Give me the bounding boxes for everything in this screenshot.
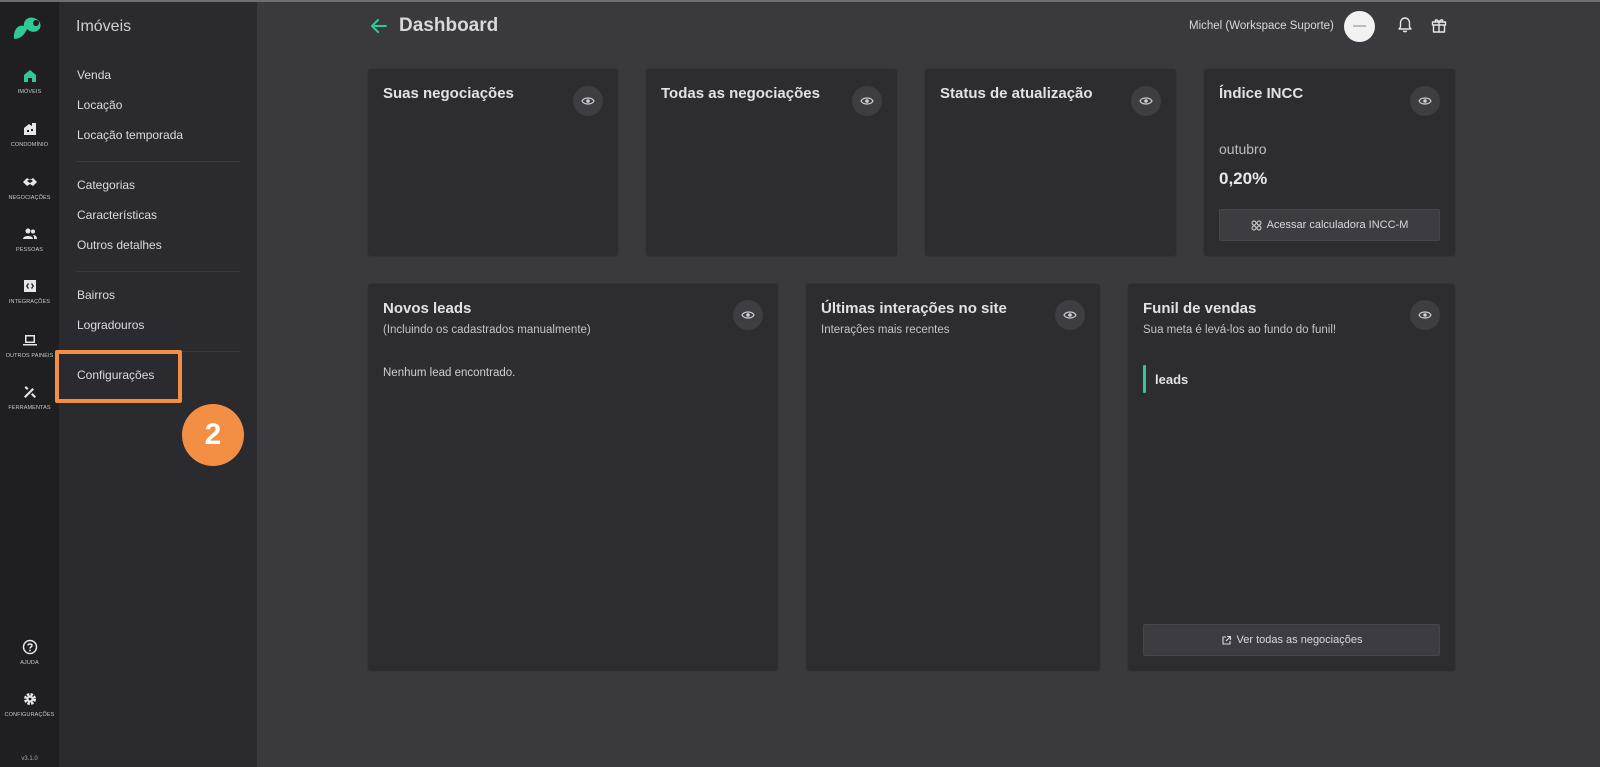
card-subtitle: Sua meta é levá-los ao fundo do funil! bbox=[1143, 324, 1337, 336]
eye-icon bbox=[741, 311, 755, 319]
eye-icon bbox=[581, 97, 595, 105]
card-indice-incc: Índice INCC outubro 0,20% Acessar calcul… bbox=[1203, 68, 1456, 257]
eye-icon bbox=[860, 97, 874, 105]
submenu-item-venda[interactable]: Venda bbox=[77, 68, 111, 82]
rail-label: PESSOAS bbox=[16, 247, 43, 253]
integration-icon bbox=[23, 280, 36, 292]
app-logo-icon[interactable] bbox=[11, 14, 45, 42]
submenu-item-bairros[interactable]: Bairros bbox=[77, 288, 115, 302]
app-version: v3.1.0 bbox=[21, 756, 38, 762]
eye-button[interactable] bbox=[573, 86, 603, 116]
submenu-item-locacao[interactable]: Locação bbox=[77, 98, 122, 112]
gift-icon[interactable] bbox=[1430, 16, 1448, 34]
incc-calculator-button[interactable]: Acessar calculadora INCC-M bbox=[1219, 209, 1440, 241]
submenu-item-logradouros[interactable]: Logradouros bbox=[77, 318, 144, 332]
back-arrow-icon[interactable] bbox=[369, 16, 389, 36]
avatar-placeholder bbox=[1353, 25, 1366, 27]
bell-icon[interactable] bbox=[1396, 16, 1414, 34]
incc-month: outubro bbox=[1219, 141, 1267, 157]
user-name[interactable]: Michel (Workspace Suporte) bbox=[1189, 20, 1334, 32]
card-suas-negociacoes: Suas negociações bbox=[367, 68, 619, 257]
icon-rail: IMÓVEIS CONDOMÍNIO NEGOCIAÇÕES PESSOAS I… bbox=[0, 2, 59, 767]
rail-item-configuracoes[interactable]: CONFIGURAÇÕES bbox=[0, 691, 59, 718]
divider bbox=[76, 271, 240, 272]
rail-item-negociacoes[interactable]: NEGOCIAÇÕES bbox=[0, 174, 59, 201]
funnel-stage-bar bbox=[1143, 365, 1146, 393]
external-link-icon bbox=[1221, 635, 1231, 645]
rail-label: IMÓVEIS bbox=[17, 89, 42, 95]
help-icon bbox=[22, 639, 37, 655]
card-title: Status de atualização bbox=[940, 85, 1093, 102]
home-icon bbox=[23, 70, 36, 82]
submenu-item-categorias[interactable]: Categorias bbox=[77, 178, 135, 192]
card-subtitle: Interações mais recentes bbox=[821, 324, 950, 336]
eye-icon bbox=[1063, 311, 1077, 319]
submenu-item-caracteristicas[interactable]: Características bbox=[77, 208, 157, 222]
eye-icon bbox=[1139, 97, 1153, 105]
submenu-item-locacao-temporada[interactable]: Locação temporada bbox=[77, 128, 183, 142]
card-todas-negociacoes: Todas as negociações bbox=[645, 68, 898, 257]
rail-item-imoveis[interactable]: IMÓVEIS bbox=[0, 68, 59, 95]
rail-label: OUTROS PAINÉIS bbox=[5, 353, 54, 359]
laptop-icon bbox=[22, 335, 37, 346]
eye-button[interactable] bbox=[1131, 86, 1161, 116]
card-title: Últimas interações no site bbox=[821, 300, 1007, 317]
rail-item-ferramentas[interactable]: FERRAMENTAS bbox=[0, 384, 59, 411]
rail-item-condominio[interactable]: CONDOMÍNIO bbox=[0, 121, 59, 148]
button-label: Acessar calculadora INCC-M bbox=[1266, 219, 1409, 231]
card-title: Índice INCC bbox=[1219, 85, 1304, 102]
button-label: Ver todas as negociações bbox=[1236, 634, 1363, 646]
submenu-title: Imóveis bbox=[76, 18, 132, 35]
card-title: Suas negociações bbox=[383, 85, 514, 102]
gear-icon bbox=[23, 693, 36, 705]
submenu-item-outros-detalhes[interactable]: Outros detalhes bbox=[77, 238, 162, 252]
card-ultimas-interacoes: Últimas interações no site Interações ma… bbox=[805, 283, 1101, 672]
rail-label: CONFIGURAÇÕES bbox=[4, 712, 55, 718]
eye-button[interactable] bbox=[852, 86, 882, 116]
rail-label: NEGOCIAÇÕES bbox=[8, 195, 51, 201]
tutorial-step-badge: 2 bbox=[182, 404, 244, 466]
view-all-deals-button[interactable]: Ver todas as negociações bbox=[1143, 624, 1440, 656]
tutorial-highlight-box bbox=[55, 350, 182, 403]
eye-icon bbox=[1418, 311, 1432, 319]
card-funil-vendas: Funil de vendas Sua meta é levá-los ao f… bbox=[1127, 283, 1456, 672]
rail-label: AJUDA bbox=[20, 660, 39, 666]
avatar[interactable] bbox=[1344, 11, 1375, 42]
eye-button[interactable] bbox=[1410, 86, 1440, 116]
eye-button[interactable] bbox=[1410, 300, 1440, 330]
card-title: Funil de vendas bbox=[1143, 300, 1257, 317]
handshake-icon bbox=[22, 178, 37, 186]
rail-label: FERRAMENTAS bbox=[8, 405, 51, 411]
card-title: Novos leads bbox=[383, 300, 472, 317]
rail-item-outros-paineis[interactable]: OUTROS PAINÉIS bbox=[0, 332, 59, 359]
rail-item-ajuda[interactable]: AJUDA bbox=[0, 639, 59, 666]
card-status-atualizacao: Status de atualização bbox=[924, 68, 1177, 257]
eye-icon bbox=[1418, 97, 1432, 105]
people-icon bbox=[22, 228, 37, 239]
rail-item-integracoes[interactable]: INTEGRAÇÕES bbox=[0, 278, 59, 305]
tools-icon bbox=[23, 386, 36, 398]
building-icon bbox=[23, 123, 36, 135]
card-novos-leads: Novos leads (Incluindo os cadastrados ma… bbox=[367, 283, 779, 672]
eye-button[interactable] bbox=[733, 300, 763, 330]
page-title: Dashboard bbox=[399, 15, 499, 36]
card-title: Todas as negociações bbox=[661, 85, 820, 102]
funnel-stage-label[interactable]: leads bbox=[1155, 372, 1188, 387]
rail-label: INTEGRAÇÕES bbox=[8, 299, 51, 305]
card-subtitle: (Incluindo os cadastrados manualmente) bbox=[383, 324, 591, 336]
empty-state-text: Nenhum lead encontrado. bbox=[383, 367, 516, 379]
rail-item-pessoas[interactable]: PESSOAS bbox=[0, 226, 59, 253]
calculator-icon bbox=[1251, 220, 1262, 230]
incc-value: 0,20% bbox=[1219, 169, 1268, 188]
eye-button[interactable] bbox=[1055, 300, 1085, 330]
rail-label: CONDOMÍNIO bbox=[10, 142, 49, 148]
divider bbox=[76, 161, 240, 162]
